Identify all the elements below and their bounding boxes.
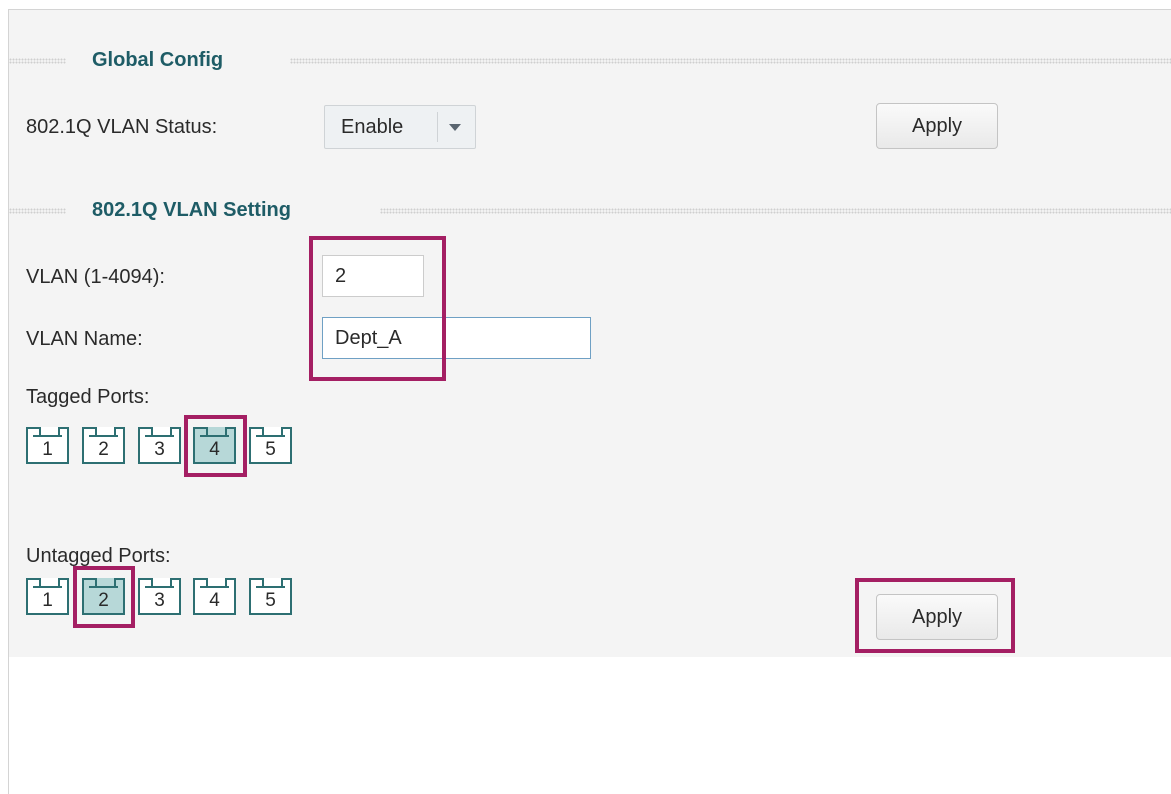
port-number: 5 [265,590,276,611]
vlan-status-select[interactable]: Enable [324,105,476,149]
port-number: 1 [42,590,53,611]
tagged-port-3[interactable]: 3 [138,427,181,464]
untagged-port-3[interactable]: 3 [138,578,181,615]
port-number: 2 [98,439,109,460]
vlan-status-label: 802.1Q VLAN Status: [26,116,218,138]
select-separator [437,112,438,142]
global-apply-button[interactable]: Apply [876,103,998,149]
vlan-name-label: VLAN Name: [26,328,143,350]
vlan-status-value: Enable [341,116,404,138]
tagged-port-2[interactable]: 2 [82,427,125,464]
vlan-setting-title: 802.1Q VLAN Setting [92,199,291,221]
tagged-ports-label: Tagged Ports: [26,386,150,408]
global-config-header: Global Config [9,46,1171,76]
vlan-name-input[interactable] [322,317,591,359]
header-divider-left [9,58,66,64]
untagged-port-1[interactable]: 1 [26,578,69,615]
port-number: 4 [209,439,220,460]
vlan-setting-header: 802.1Q VLAN Setting [9,196,1171,226]
header-divider-right [290,58,1171,64]
vlan-apply-button[interactable]: Apply [876,594,998,640]
header-divider-right [380,208,1171,214]
untagged-port-4[interactable]: 4 [193,578,236,615]
port-number: 3 [154,439,165,460]
port-number: 4 [209,590,220,611]
tagged-port-1[interactable]: 1 [26,427,69,464]
vlan-id-input[interactable] [322,255,424,297]
header-divider-left [9,208,66,214]
chevron-down-icon[interactable] [449,124,461,131]
tagged-port-5[interactable]: 5 [249,427,292,464]
tagged-port-4[interactable]: 4 [193,427,236,464]
port-number: 1 [42,439,53,460]
port-number: 3 [154,590,165,611]
untagged-port-5[interactable]: 5 [249,578,292,615]
untagged-port-2[interactable]: 2 [82,578,125,615]
port-number: 2 [98,590,109,611]
untagged-ports-label: Untagged Ports: [26,545,171,567]
global-config-title: Global Config [92,49,224,71]
vlan-id-label: VLAN (1-4094): [26,266,165,288]
port-number: 5 [265,439,276,460]
